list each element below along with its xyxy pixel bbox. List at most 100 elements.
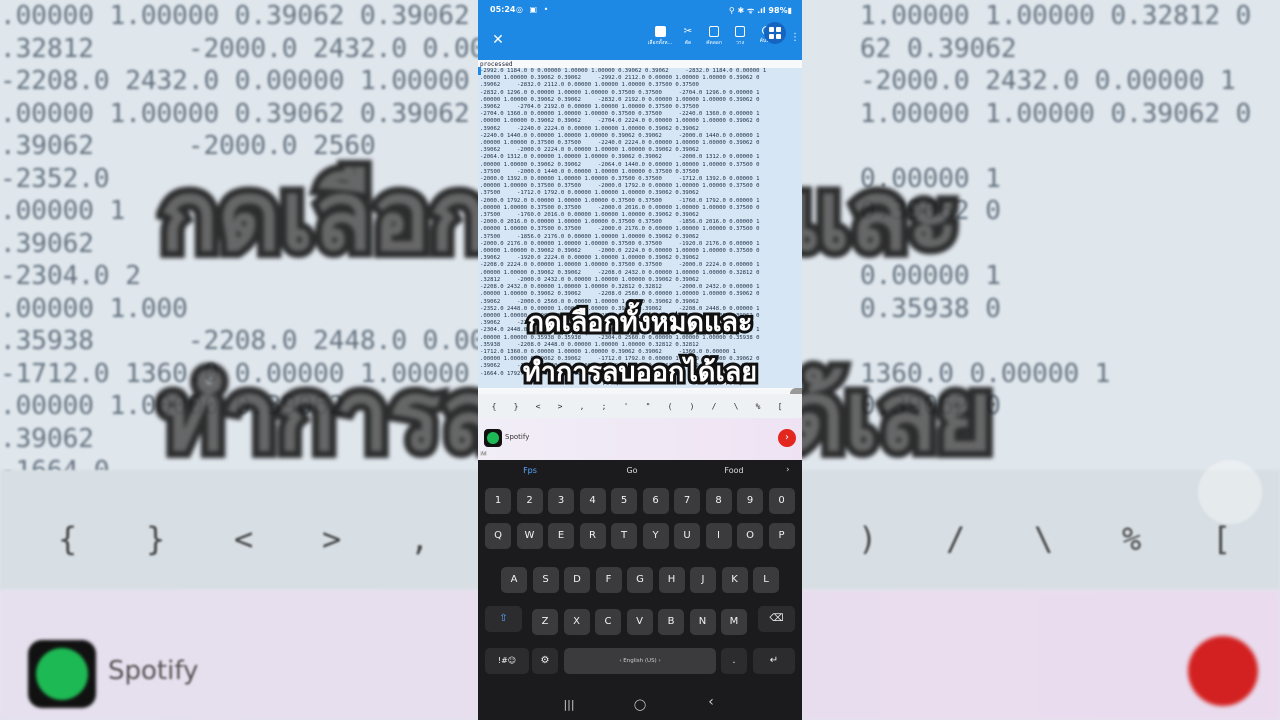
key-r[interactable]: R	[579, 523, 606, 549]
key-v[interactable]: V	[626, 609, 653, 635]
symbol-key[interactable]: <	[532, 402, 544, 411]
navigation-bar: ||| ◯ ‹	[478, 692, 802, 720]
key-z[interactable]: Z	[532, 609, 558, 635]
paste-button[interactable]: วาง	[726, 26, 754, 47]
caption-line1: กดเลือกทั้งหมดและ	[525, 304, 756, 341]
key-x[interactable]: X	[563, 609, 590, 635]
ad-banner[interactable]: Spotify Ad ›	[478, 418, 802, 460]
key-2[interactable]: 2	[516, 488, 543, 514]
period-key[interactable]: .	[721, 648, 747, 674]
back-icon[interactable]: ‹	[696, 694, 726, 710]
background-symbol: }	[146, 520, 166, 558]
symbol-key[interactable]: '	[620, 402, 632, 411]
suggestion-2[interactable]: Go	[602, 466, 662, 475]
symbol-key[interactable]: \	[730, 402, 742, 411]
symbol-key[interactable]: )	[686, 402, 698, 411]
more-options-icon[interactable]: ⋮	[790, 32, 800, 43]
key-p[interactable]: P	[768, 523, 795, 549]
close-icon[interactable]: ✕	[488, 30, 508, 50]
key-d[interactable]: D	[564, 567, 590, 593]
home-icon[interactable]: ◯	[625, 698, 655, 711]
selection-handle[interactable]	[478, 67, 481, 75]
ad-open-button[interactable]: ›	[778, 429, 796, 447]
key-7[interactable]: 7	[674, 488, 700, 514]
background-symbol: %	[1122, 520, 1142, 558]
enter-key[interactable]: ↵	[753, 648, 795, 674]
key-s[interactable]: S	[532, 567, 559, 593]
key-q[interactable]: Q	[485, 523, 511, 549]
background-symbol: ,	[410, 520, 430, 558]
key-h[interactable]: H	[658, 567, 685, 593]
key-b[interactable]: B	[658, 609, 684, 635]
ad-app-name: Spotify	[505, 433, 530, 441]
symbol-key[interactable]: [	[774, 402, 786, 411]
phone-screen: 05:24 ◎ ▣ • ⚲ ✱ ᯤ .ıl 98%▮ ✕ เลือกทั้งห.…	[478, 0, 802, 720]
background-symbol: <	[234, 520, 254, 558]
space-bar[interactable]: ‹ English (US) ›	[564, 648, 716, 674]
symbol-key[interactable]: }	[510, 402, 522, 411]
key-t[interactable]: T	[611, 523, 637, 549]
key-y[interactable]: Y	[642, 523, 669, 549]
key-5[interactable]: 5	[611, 488, 637, 514]
status-indicators: ⚲ ✱ ᯤ .ıl 98%▮	[728, 6, 792, 15]
symbol-key[interactable]: (	[664, 402, 676, 411]
symbol-key[interactable]: ,	[576, 402, 588, 411]
key-8[interactable]: 8	[705, 488, 732, 514]
cut-label: ตัด	[684, 40, 692, 46]
symbol-key[interactable]: >	[554, 402, 566, 411]
caption-line2: ทำการลบออกได้เลย	[520, 354, 760, 391]
symbol-key[interactable]: ;	[598, 402, 610, 411]
paste-label: วาง	[735, 40, 745, 46]
key-u[interactable]: U	[674, 523, 700, 549]
key-i[interactable]: I	[705, 523, 732, 549]
background-symbol: \	[1034, 520, 1054, 558]
cut-button[interactable]: ✂ ตัด	[674, 26, 702, 47]
paste-icon	[735, 26, 745, 37]
symbols-key[interactable]: !#☺	[485, 648, 529, 674]
key-g[interactable]: G	[627, 567, 653, 593]
symbol-key[interactable]: {	[488, 402, 500, 411]
symbol-bar: {} < >,; ' " () / \% [	[478, 394, 802, 418]
ad-badge: Ad	[480, 451, 488, 456]
copy-icon	[709, 26, 719, 37]
key-3[interactable]: 3	[548, 488, 574, 514]
copy-button[interactable]: คัดลอก	[700, 26, 728, 47]
keyboard: Fps Go Food › 1234567890 QWERTYUIOP ASDFGH…	[478, 460, 802, 720]
key-4[interactable]: 4	[579, 488, 606, 514]
key-f[interactable]: F	[595, 567, 622, 593]
key-j[interactable]: J	[690, 567, 716, 593]
key-k[interactable]: K	[721, 567, 748, 593]
key-o[interactable]: O	[737, 523, 763, 549]
select-all-button[interactable]: เลือกทั้งห...	[646, 26, 674, 47]
key-e[interactable]: E	[548, 523, 574, 549]
suggestion-expand-icon[interactable]: ›	[786, 465, 790, 475]
symbol-key[interactable]: %	[752, 402, 764, 411]
recents-icon[interactable]: |||	[554, 698, 584, 711]
key-0[interactable]: 0	[768, 488, 795, 514]
settings-key[interactable]: ⚙	[532, 648, 558, 674]
suggestion-3[interactable]: Food	[704, 466, 764, 475]
symbol-key[interactable]: "	[642, 402, 654, 411]
key-1[interactable]: 1	[485, 488, 511, 514]
select-all-icon	[654, 26, 666, 37]
background-symbol: >	[322, 520, 342, 558]
shift-key[interactable]: ⇧	[485, 606, 522, 632]
spotify-icon	[484, 429, 502, 447]
background-spotify-label: Spotify	[108, 656, 199, 686]
document-first-line: processed	[480, 61, 513, 68]
suggestion-1[interactable]: Fps	[500, 466, 560, 475]
apps-grid-button[interactable]	[764, 22, 786, 44]
key-m[interactable]: M	[721, 609, 747, 635]
key-c[interactable]: C	[595, 609, 621, 635]
selection-toolbar: ✕ เลือกทั้งห... ✂ ตัด คัดลอก วาง ค้นหา ⋮	[478, 20, 802, 60]
symbol-key[interactable]: /	[708, 402, 720, 411]
key-9[interactable]: 9	[737, 488, 763, 514]
key-a[interactable]: A	[501, 567, 527, 593]
notification-icons: ◎ ▣ •	[516, 5, 551, 14]
key-w[interactable]: W	[516, 523, 543, 549]
key-l[interactable]: L	[753, 567, 779, 593]
key-6[interactable]: 6	[642, 488, 669, 514]
backspace-key[interactable]: ⌫	[758, 606, 795, 632]
key-n[interactable]: N	[689, 609, 716, 635]
status-bar: 05:24 ◎ ▣ • ⚲ ✱ ᯤ .ıl 98%▮	[478, 0, 802, 20]
